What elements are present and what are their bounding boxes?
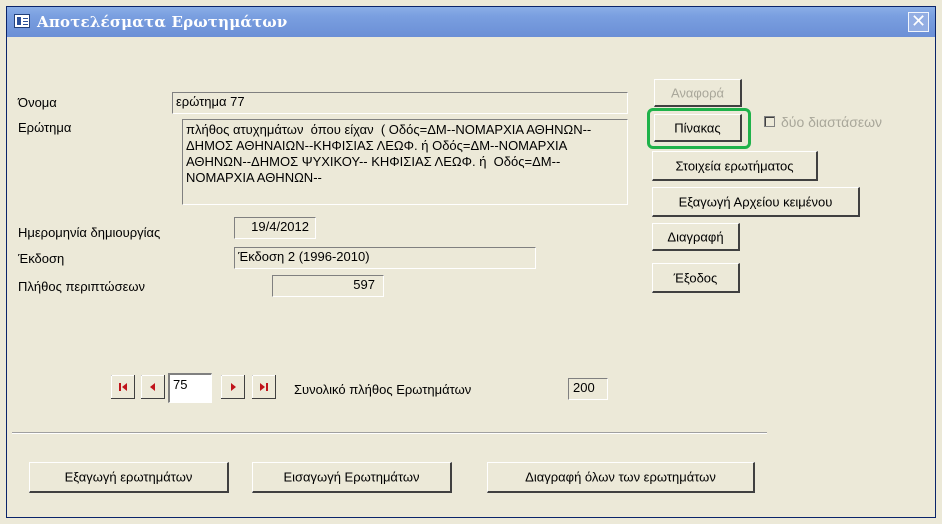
delete-all-queries-button[interactable]: Διαγραφή όλων των ερωτημάτων	[487, 462, 755, 493]
delete-button[interactable]: Διαγραφή	[652, 223, 740, 251]
two-dimensions-label: δύο διαστάσεων	[781, 114, 883, 130]
title-bar: Αποτελέσματα Ερωτημάτων ✕	[7, 7, 935, 37]
name-field[interactable]: ερώτημα 77	[172, 92, 628, 114]
next-record-button[interactable]	[221, 375, 245, 399]
previous-record-icon	[141, 375, 165, 399]
total-queries-label: Συνολικό πλήθος Ερωτημάτων	[294, 382, 472, 397]
table-button-label: Πίνακας	[674, 120, 721, 135]
last-record-button[interactable]	[252, 375, 276, 399]
last-record-icon	[252, 375, 276, 399]
two-dimensions-checkbox[interactable]	[764, 116, 775, 127]
total-queries-field[interactable]: 200	[568, 378, 608, 400]
separator	[12, 432, 767, 434]
previous-record-button[interactable]	[141, 375, 165, 399]
query-info-button-label: Στοιχεία ερωτήματος	[675, 158, 794, 173]
creation-date-label: Ημερομηνία δημιουργίας	[18, 225, 161, 240]
export-queries-button-label: Εξαγωγή ερωτημάτων	[64, 469, 193, 485]
report-button-label: Αναφορά	[670, 85, 725, 100]
close-button[interactable]: ✕	[908, 12, 929, 32]
exit-button[interactable]: Έξοδος	[652, 263, 740, 293]
cases-count-field[interactable]: 597	[272, 275, 384, 297]
window-title: Αποτελέσματα Ερωτημάτων	[37, 13, 288, 31]
report-button[interactable]: Αναφορά	[654, 79, 742, 107]
edition-field[interactable]: Έκδοση 2 (1996-2010)	[234, 247, 536, 269]
query-results-window: Αποτελέσματα Ερωτημάτων ✕ Όνομα ερώτημα …	[6, 6, 936, 518]
export-text-file-button[interactable]: Εξαγωγή Αρχείου κειμένου	[652, 187, 860, 217]
record-number-input[interactable]: 75	[168, 373, 212, 403]
cases-count-label: Πλήθος περιπτώσεων	[18, 279, 146, 294]
first-record-icon	[111, 375, 135, 399]
table-button[interactable]: Πίνακας	[654, 114, 742, 142]
query-info-button[interactable]: Στοιχεία ερωτήματος	[652, 151, 818, 181]
exit-button-label: Έξοδος	[673, 270, 718, 285]
delete-all-queries-button-label: Διαγραφή όλων των ερωτημάτων	[525, 469, 716, 485]
edition-label: Έκδοση	[18, 251, 65, 266]
import-queries-button[interactable]: Εισαγωγή Ερωτημάτων	[252, 462, 452, 493]
form-icon	[14, 14, 30, 28]
name-label: Όνομα	[18, 95, 57, 110]
query-label: Ερώτημα	[18, 120, 72, 135]
export-text-file-button-label: Εξαγωγή Αρχείου κειμένου	[678, 194, 833, 209]
next-record-icon	[221, 375, 245, 399]
query-text-field[interactable]: πλήθος ατυχημάτων όπου είχαν ( Οδός=ΔΜ--…	[182, 119, 628, 205]
import-queries-button-label: Εισαγωγή Ερωτημάτων	[283, 469, 420, 485]
delete-button-label: Διαγραφή	[667, 229, 724, 244]
export-queries-button[interactable]: Εξαγωγή ερωτημάτων	[29, 462, 229, 493]
first-record-button[interactable]	[111, 375, 135, 399]
creation-date-field[interactable]: 19/4/2012	[234, 217, 316, 239]
